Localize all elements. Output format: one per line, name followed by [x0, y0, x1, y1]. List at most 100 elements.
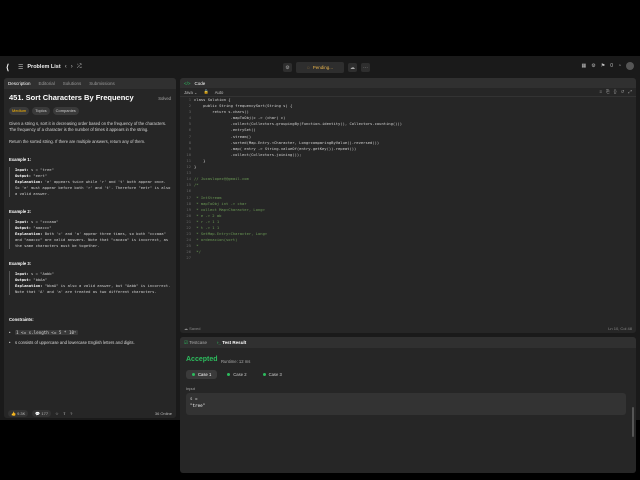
case-tab-1[interactable]: Case 1 [186, 370, 218, 379]
code-text: .collect(Collectors.joining()); [194, 151, 302, 157]
problem-title[interactable]: 451. Sort Characters By Frequency [9, 94, 134, 102]
case-tab-3[interactable]: Case 3 [257, 370, 288, 379]
favorite-icon[interactable]: ☆ [55, 411, 59, 416]
code-text: } [194, 164, 197, 170]
settings-icon[interactable]: ⚙ [591, 63, 595, 69]
tab-submissions[interactable]: Submissions [89, 81, 115, 86]
lock-icon: 🔒 [203, 89, 209, 94]
top-bar: ⟨ ☰ Problem List ‹ › ⤮ ⚙ ◌ Pending... ☁ … [0, 56, 640, 78]
expand-icon[interactable]: ⤢ [628, 89, 632, 95]
example-input: s = "tree" [31, 167, 54, 173]
bookmark-icon[interactable]: ⎘ [606, 89, 610, 95]
format-icon[interactable]: ≡ [599, 89, 602, 95]
solved-badge: Solved [158, 96, 171, 101]
description-paragraph: Return the sorted string. If there are m… [9, 138, 146, 144]
debug-icon[interactable]: ⚙ [283, 63, 292, 72]
pending-label: Pending... [312, 65, 333, 70]
example-title: Example 3: [9, 261, 32, 267]
case-tabs: Case 1 Case 2 Case 3 [186, 370, 288, 379]
constraint-item: 1 <= s.length <= 5 * 10⁵ [9, 329, 171, 336]
layout-icon[interactable]: ▦ [581, 63, 586, 69]
tab-description[interactable]: Description [8, 81, 31, 86]
saved-label: Saved [189, 326, 201, 331]
online-count: 36 Online [154, 410, 172, 416]
case-label: Case 2 [233, 372, 247, 377]
language-bar: Java ⌄ 🔒 Auto ≡ ⎘ {} ↺ ⤢ [180, 88, 636, 97]
terminal-icon: ›_ [216, 340, 221, 345]
topics-chip[interactable]: Topics [32, 107, 50, 116]
code-header: </> Code [180, 78, 636, 88]
constraint-item: s consists of uppercase and lowercase En… [9, 340, 171, 346]
tab-test-result[interactable]: ›_ Test Result [217, 340, 246, 345]
description-panel: Description Editorial Solutions Submissi… [4, 78, 176, 418]
problem-title-row: 451. Sort Characters By Frequency Solved [9, 94, 171, 102]
like-count: 9.3K [17, 410, 26, 416]
language-select[interactable]: Java ⌄ [184, 90, 198, 95]
streak-count: 0 [610, 63, 613, 69]
code-panel: </> Code Java ⌄ 🔒 Auto ≡ ⎘ {} ↺ ⤢ 1 class… [180, 78, 636, 333]
example-output: "bbAa" [33, 277, 48, 283]
center-toolbar: ⚙ ◌ Pending... ☁ ⋯ [283, 62, 370, 73]
braces-icon[interactable]: {} [614, 89, 617, 95]
tab-editorial[interactable]: Editorial [39, 81, 55, 86]
code-icon: </> [184, 80, 191, 86]
description-footer: 👍 9.3K 💬 177 ☆ ⇪ ? 36 Online [4, 408, 176, 418]
input-box: s = "tree" [186, 393, 626, 415]
share-icon[interactable]: ⋯ [361, 63, 370, 72]
input-value: "tree" [190, 402, 206, 408]
shuffle-icon[interactable]: ⤮ [77, 64, 82, 71]
comments-button[interactable]: 💬 177 [32, 409, 52, 417]
next-problem-icon[interactable]: › [71, 64, 73, 70]
example-output: "eert" [33, 173, 48, 179]
streak-icon[interactable]: ⚑ [601, 63, 605, 69]
example-title: Example 1: [9, 156, 32, 162]
checkbox-icon: ☑ [184, 339, 189, 345]
problem-description: 451. Sort Characters By Frequency Solved… [4, 89, 176, 407]
language-label: Java [184, 89, 193, 95]
avatar[interactable] [626, 62, 634, 70]
example-box: Input: s = "tree" Output: "eert" Explana… [9, 167, 171, 198]
result-status: Accepted [186, 356, 218, 363]
problem-list-icon[interactable]: ☰ [18, 64, 23, 71]
case-tab-2[interactable]: Case 2 [221, 370, 252, 379]
reset-icon[interactable]: ↺ [621, 89, 625, 95]
case-label: Case 1 [198, 372, 212, 377]
code-line: 27 [180, 255, 636, 261]
cloud-icon[interactable]: ☁ [348, 63, 357, 72]
comment-count: 177 [41, 410, 49, 416]
description-paragraph: Given a string s, sort it in decreasing … [9, 121, 167, 133]
like-button[interactable]: 👍 9.3K [8, 409, 29, 417]
auto-label[interactable]: Auto [215, 90, 224, 95]
share-icon[interactable]: ⇪ [63, 411, 66, 416]
code-editor[interactable]: 1 class Solution {2 public String frequen… [180, 97, 636, 325]
tab-testcase[interactable]: ☑ Testcase [184, 340, 207, 346]
tab-testcase-label: Testcase [189, 339, 207, 345]
notification-icon[interactable]: ◔ [618, 63, 621, 69]
example-input: s = "Aabb" [31, 271, 54, 277]
problem-list-link[interactable]: Problem List [27, 64, 60, 70]
tab-test-result-label: Test Result [222, 340, 247, 345]
constraints-title: Constraints: [9, 317, 34, 323]
pending-button[interactable]: ◌ Pending... [296, 62, 344, 73]
tab-solutions[interactable]: Solutions [63, 81, 82, 86]
cursor-position: Ln 10, Col 48 [608, 326, 632, 331]
code-text: // Juxaslopez@@gmail.com [194, 176, 249, 182]
difficulty-badge: Medium [9, 107, 30, 116]
spinner-icon: ◌ [307, 65, 310, 70]
input-label: Input [186, 386, 195, 391]
saved-status: ☁ Saved [184, 326, 201, 331]
constraint-text: 1 <= s.length <= 5 * 10⁵ [15, 329, 78, 335]
companies-chip[interactable]: Companies [52, 107, 79, 116]
leetcode-window: ⟨ ☰ Problem List ‹ › ⤮ ⚙ ◌ Pending... ☁ … [0, 56, 640, 473]
line-number: 27 [186, 255, 191, 261]
right-toolbar: ▦ ⚙ ⚑ 0 ◔ [581, 62, 634, 70]
leetcode-logo-icon[interactable]: ⟨ [6, 63, 14, 72]
problem-tags: Medium Topics Companies [9, 107, 171, 116]
case-label: Case 3 [268, 372, 282, 377]
editor-tools: ≡ ⎘ {} ↺ ⤢ [599, 89, 632, 95]
help-icon[interactable]: ? [70, 411, 72, 416]
example-box: Input: s = "cccaaa" Output: "aaaccc" Exp… [9, 219, 171, 250]
prev-problem-icon[interactable]: ‹ [65, 64, 67, 70]
code-text: * ordenacion(sort) [194, 237, 238, 243]
scrollbar[interactable] [632, 407, 634, 437]
